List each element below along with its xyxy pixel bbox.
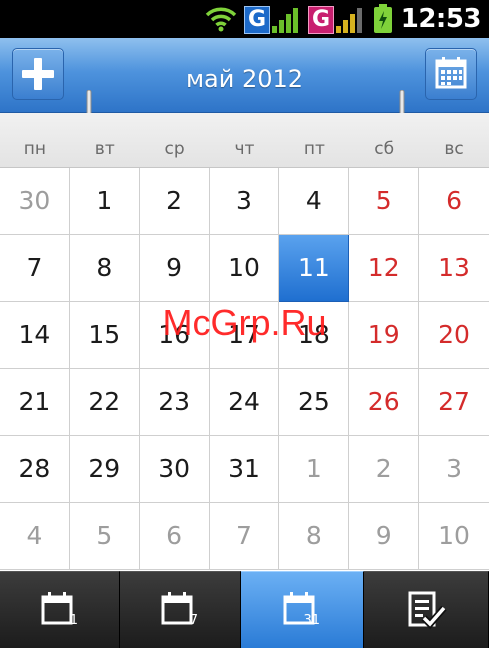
day-cell[interactable]: 23: [139, 369, 210, 436]
day-cell[interactable]: 24: [209, 369, 280, 436]
day-cell[interactable]: 2: [349, 436, 420, 503]
tab-day-view[interactable]: 1: [0, 571, 120, 648]
wifi-icon: [205, 7, 237, 32]
weekday-label: чт: [234, 139, 255, 159]
day-cell[interactable]: 29: [69, 436, 140, 503]
signal-icon: G: [244, 6, 300, 34]
tab-icon-label: 1: [69, 613, 77, 628]
view-tab-bar: 1 7 31: [0, 571, 489, 648]
day-cell[interactable]: 6: [139, 503, 210, 570]
day-cell[interactable]: 7: [209, 503, 280, 570]
day-cell[interactable]: 25: [279, 369, 350, 436]
day-cell[interactable]: 28: [0, 436, 70, 503]
network-badge: G: [308, 6, 334, 34]
day-cell[interactable]: 14: [0, 302, 70, 369]
day-cell[interactable]: 5: [349, 168, 420, 235]
task-list-icon: [408, 591, 447, 630]
tab-icon-label: 7: [190, 613, 198, 628]
day-cell[interactable]: 9: [139, 235, 210, 302]
network-badge: G: [244, 6, 270, 34]
day-cell[interactable]: 26: [349, 369, 420, 436]
status-bar: G G 12:53: [0, 0, 489, 38]
day-cell[interactable]: 8: [69, 235, 140, 302]
day-cell[interactable]: 21: [0, 369, 70, 436]
calendar-day-icon: 1: [41, 592, 78, 628]
go-to-today-button[interactable]: [425, 48, 477, 100]
battery-icon: [374, 4, 392, 33]
day-cell[interactable]: 13: [419, 235, 489, 302]
tab-agenda-view[interactable]: [364, 571, 489, 648]
day-cell[interactable]: 1: [279, 436, 350, 503]
calendar-icon: [435, 57, 467, 89]
status-time: 12:53: [400, 4, 482, 34]
day-cell[interactable]: 2: [139, 168, 210, 235]
day-cell[interactable]: 27: [419, 369, 489, 436]
day-cell[interactable]: 12: [349, 235, 420, 302]
day-cell[interactable]: 10: [419, 503, 489, 570]
tab-month-view[interactable]: 31: [241, 571, 364, 648]
day-cell[interactable]: 31: [209, 436, 280, 503]
day-cell[interactable]: 22: [69, 369, 140, 436]
day-cell[interactable]: 1: [69, 168, 140, 235]
day-cell[interactable]: 3: [419, 436, 489, 503]
day-cell[interactable]: 15: [69, 302, 140, 369]
weekday-label: вс: [444, 139, 464, 159]
day-cell[interactable]: 19: [349, 302, 420, 369]
day-cell[interactable]: 6: [419, 168, 489, 235]
day-cell[interactable]: 3: [209, 168, 280, 235]
weekday-label: ср: [164, 139, 185, 159]
day-cell[interactable]: 9: [349, 503, 420, 570]
calendar-month-icon: 31: [283, 592, 320, 628]
day-cell[interactable]: 5: [69, 503, 140, 570]
weekday-header: пн вт ср чт пт сб вс: [0, 113, 489, 168]
day-cell[interactable]: 4: [279, 168, 350, 235]
weekday-label: сб: [374, 139, 395, 159]
weekday-label: пн: [23, 139, 47, 159]
day-cell[interactable]: 4: [0, 503, 70, 570]
month-title[interactable]: май 2012: [0, 64, 489, 94]
day-cell[interactable]: 20: [419, 302, 489, 369]
day-cell-selected[interactable]: 11: [279, 235, 350, 302]
calendar-week-icon: 7: [161, 592, 198, 628]
day-cell[interactable]: 16: [139, 302, 210, 369]
day-cell[interactable]: 30: [139, 436, 210, 503]
day-cell[interactable]: 30: [0, 168, 70, 235]
day-cell[interactable]: 8: [279, 503, 350, 570]
month-grid: 30 1 2 3 4 5 6 7 8 9 10 11 12 13 14 15 16 17 18 19 20 21 22 23 2…: [0, 168, 489, 570]
tab-week-view[interactable]: 7: [120, 571, 241, 648]
day-cell[interactable]: 10: [209, 235, 280, 302]
day-cell[interactable]: 17: [209, 302, 280, 369]
signal-icon: G: [308, 6, 364, 34]
weekday-label: вт: [94, 139, 115, 159]
weekday-label: пт: [303, 139, 325, 159]
day-cell[interactable]: 18: [279, 302, 350, 369]
tab-icon-label: 31: [303, 613, 320, 628]
day-cell[interactable]: 7: [0, 235, 70, 302]
calendar-header: май 2012: [0, 38, 489, 113]
